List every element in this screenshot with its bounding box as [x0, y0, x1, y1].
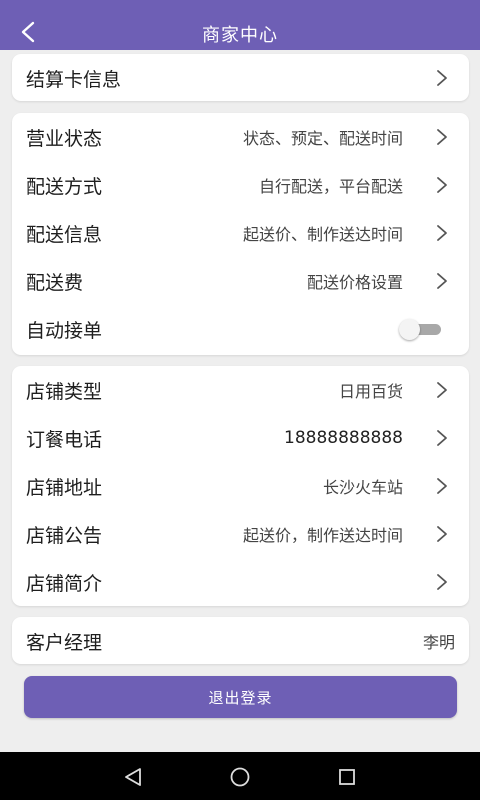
- row-label: 结算卡信息: [26, 68, 122, 91]
- row-label: 店铺公告: [26, 524, 103, 547]
- row-label: 营业状态: [26, 127, 103, 150]
- chevron-right-icon: [437, 177, 447, 193]
- chevron-right-icon: [437, 273, 447, 289]
- row-settlement-card-info[interactable]: 结算卡信息: [12, 54, 469, 102]
- row-label: 订餐电话: [26, 428, 103, 451]
- row-order-phone[interactable]: 订餐电话 18888888888: [12, 414, 469, 462]
- row-label: 店铺类型: [26, 380, 103, 403]
- row-value: 18888888888: [284, 428, 403, 448]
- chevron-right-icon: [437, 526, 447, 542]
- row-value: 起送价、制作送达时间: [242, 225, 403, 244]
- row-label: 自动接单: [26, 319, 103, 342]
- row-account-manager: 客户经理 李明: [12, 617, 469, 665]
- row-label: 配送费: [26, 271, 84, 294]
- system-nav-bar: [0, 752, 480, 800]
- row-label: 配送方式: [26, 175, 103, 198]
- row-delivery-method[interactable]: 配送方式 自行配送，平台配送: [12, 161, 469, 209]
- chevron-right-icon: [437, 574, 447, 590]
- row-value: 长沙火车站: [322, 478, 403, 497]
- row-value: 配送价格设置: [306, 273, 403, 292]
- toggle-knob: [399, 319, 420, 340]
- row-label: 店铺地址: [26, 476, 103, 499]
- app-header: 商家中心: [0, 0, 480, 50]
- settlement-card: 结算卡信息: [12, 54, 469, 101]
- chevron-right-icon: [437, 225, 447, 241]
- row-label: 客户经理: [26, 631, 103, 654]
- row-value: 自行配送，平台配送: [258, 177, 403, 196]
- row-label: 店铺简介: [26, 572, 103, 595]
- row-auto-accept: 自动接单: [12, 305, 469, 353]
- row-value: 起送价，制作送达时间: [242, 526, 403, 545]
- row-business-status[interactable]: 营业状态 状态、预定、配送时间: [12, 113, 469, 161]
- row-value: 状态、预定、配送时间: [242, 129, 403, 148]
- logout-button[interactable]: 退出登录: [24, 676, 457, 718]
- chevron-right-icon: [437, 129, 447, 145]
- row-store-address[interactable]: 店铺地址 长沙火车站: [12, 462, 469, 510]
- row-label: 配送信息: [26, 223, 103, 246]
- recents-square-icon[interactable]: [336, 766, 358, 788]
- chevron-right-icon: [437, 382, 447, 398]
- page-title: 商家中心: [202, 25, 278, 46]
- row-value: 日用百货: [338, 382, 403, 401]
- store-info-card: 店铺类型 日用百货 订餐电话 18888888888 店铺地址 长沙火车站 店铺…: [12, 366, 469, 606]
- row-store-notice[interactable]: 店铺公告 起送价，制作送达时间: [12, 510, 469, 558]
- home-circle-icon[interactable]: [229, 766, 251, 788]
- row-delivery-info[interactable]: 配送信息 起送价、制作送达时间: [12, 209, 469, 257]
- back-triangle-icon[interactable]: [122, 766, 144, 788]
- chevron-right-icon: [437, 430, 447, 446]
- delivery-settings-card: 营业状态 状态、预定、配送时间 配送方式 自行配送，平台配送 配送信息 起送价、…: [12, 113, 469, 355]
- chevron-right-icon: [437, 478, 447, 494]
- row-store-type[interactable]: 店铺类型 日用百货: [12, 366, 469, 414]
- chevron-right-icon: [437, 70, 447, 86]
- row-value: 李明: [422, 633, 455, 652]
- account-manager-card: 客户经理 李明: [12, 617, 469, 664]
- auto-accept-toggle[interactable]: [399, 319, 441, 340]
- row-delivery-fee[interactable]: 配送费 配送价格设置: [12, 257, 469, 305]
- row-store-intro[interactable]: 店铺简介: [12, 558, 469, 606]
